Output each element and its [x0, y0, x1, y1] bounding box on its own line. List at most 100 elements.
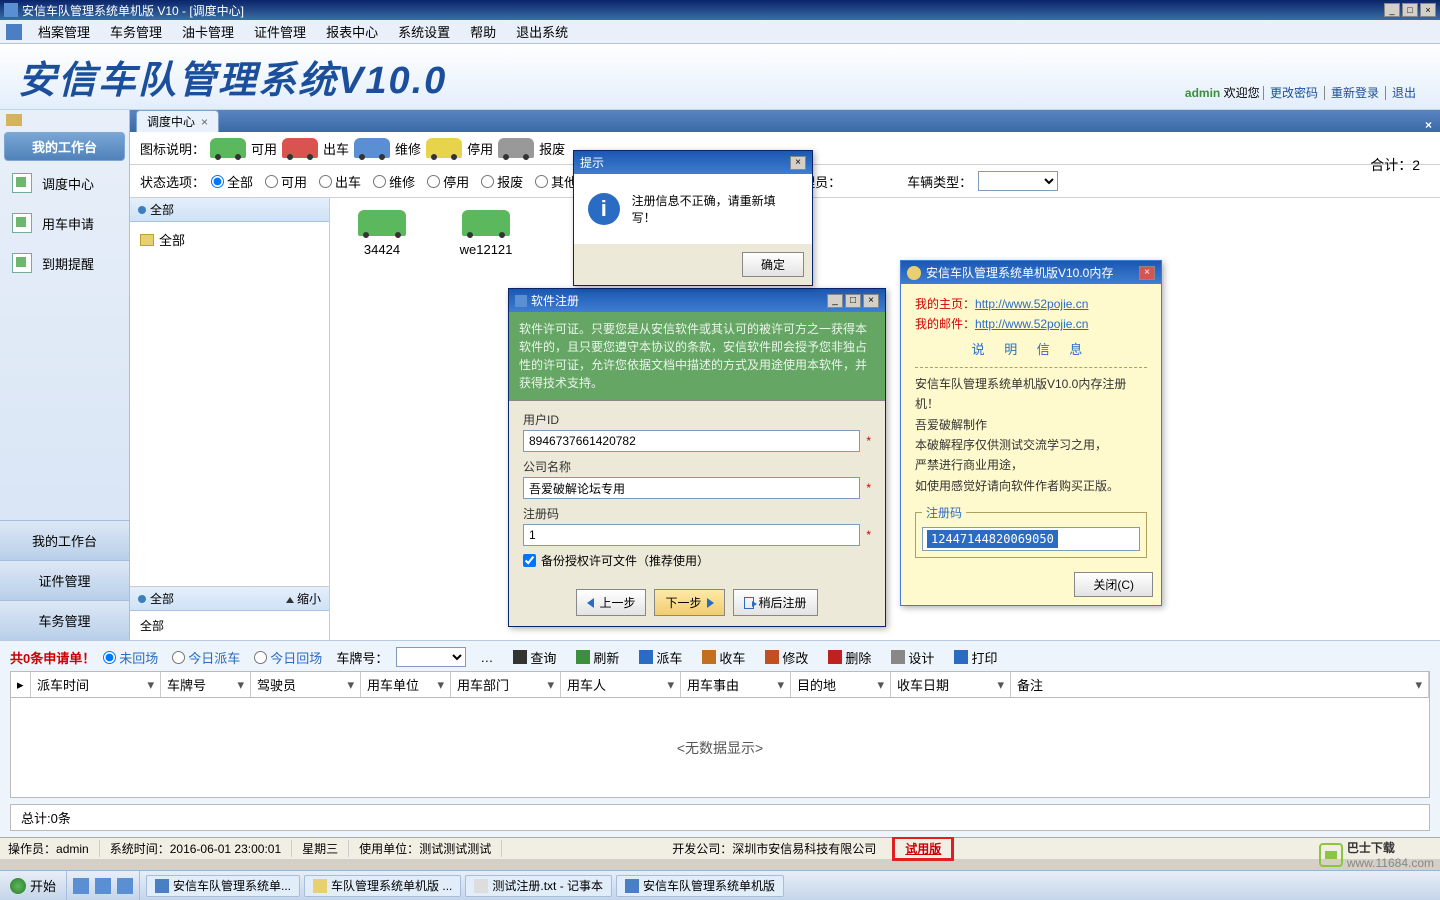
dlg-close[interactable]: ×	[1139, 266, 1155, 280]
arrow-right-icon	[707, 598, 714, 608]
sidebar-item-reminder[interactable]: 到期提醒	[0, 243, 129, 283]
maximize-button[interactable]: □	[1402, 3, 1418, 17]
sidebar-btn-workbench[interactable]: 我的工作台	[0, 520, 129, 560]
watermark: 巴士下载www.11684.com	[1319, 839, 1434, 870]
radio-today-back[interactable]: 今日回场	[254, 648, 322, 667]
col-reason[interactable]: 用车事由▾	[681, 672, 791, 697]
sidebar-item-request[interactable]: 用车申请	[0, 203, 129, 243]
menu-fuel-card[interactable]: 油卡管理	[172, 22, 244, 41]
dlg-close[interactable]: ×	[790, 156, 806, 170]
task-item[interactable]: 安信车队管理系统单...	[146, 875, 300, 897]
later-button[interactable]: 稍后注册	[733, 589, 818, 616]
radio-scrapped[interactable]: 报废	[481, 172, 523, 191]
ql-icon[interactable]	[117, 878, 133, 894]
task-item[interactable]: 测试注册.txt - 记事本	[465, 875, 612, 897]
col-return-date[interactable]: 收车日期▾	[891, 672, 1011, 697]
return-btn[interactable]: 收车	[696, 648, 751, 667]
radio-today-dispatch[interactable]: 今日派车	[172, 648, 240, 667]
radio-disabled[interactable]: 停用	[427, 172, 469, 191]
col-dispatch-time[interactable]: 派车时间▾	[31, 672, 161, 697]
tab-close-icon[interactable]: ×	[201, 115, 208, 129]
delete-btn[interactable]: 删除	[822, 648, 877, 667]
sidebar-item-dispatch[interactable]: 调度中心	[0, 163, 129, 203]
design-btn[interactable]: 设计	[885, 648, 940, 667]
tab-dispatch[interactable]: 调度中心×	[136, 110, 219, 132]
sidebar-group-workbench[interactable]: 我的工作台	[4, 132, 125, 161]
radio-notback[interactable]: 未回场	[103, 648, 158, 667]
next-button[interactable]: 下一步	[654, 589, 724, 616]
menu-reports[interactable]: 报表中心	[316, 22, 388, 41]
dlg-max[interactable]: □	[845, 294, 861, 308]
car-icon	[358, 210, 406, 236]
start-button[interactable]: 开始	[0, 871, 67, 900]
task-item[interactable]: 安信车队管理系统单机版	[616, 875, 784, 897]
col-unit[interactable]: 用车单位▾	[361, 672, 451, 697]
app-icon	[4, 3, 18, 17]
col-plate[interactable]: 车牌号▾	[161, 672, 251, 697]
menu-exit[interactable]: 退出系统	[506, 22, 578, 41]
close-button[interactable]: 关闭(C)	[1074, 572, 1153, 597]
more-btn[interactable]: …	[474, 650, 499, 665]
lower-total: 总计:0条	[10, 804, 1430, 831]
col-driver[interactable]: 驾驶员▾	[251, 672, 361, 697]
radio-repair[interactable]: 维修	[373, 172, 415, 191]
print-icon	[954, 650, 968, 664]
key-icon	[907, 266, 921, 280]
request-icon	[12, 213, 32, 233]
print-btn[interactable]: 打印	[948, 648, 1003, 667]
link-exit[interactable]: 退出	[1385, 86, 1422, 100]
menu-vehicle-affairs[interactable]: 车务管理	[100, 22, 172, 41]
backup-checkbox[interactable]	[523, 554, 536, 567]
app-icon	[155, 879, 169, 893]
dlg-close[interactable]: ×	[863, 294, 879, 308]
plus-icon	[639, 650, 653, 664]
reg-code-input[interactable]	[523, 524, 860, 546]
sidebar-btn-certificate[interactable]: 证件管理	[0, 560, 129, 600]
menu-settings[interactable]: 系统设置	[388, 22, 460, 41]
col-dest[interactable]: 目的地▾	[791, 672, 891, 697]
menu-certificate[interactable]: 证件管理	[244, 22, 316, 41]
link-relogin[interactable]: 重新登录	[1324, 86, 1385, 100]
col-user[interactable]: 用车人▾	[561, 672, 681, 697]
close-button[interactable]: ×	[1420, 3, 1436, 17]
dialog-register: 软件注册_□× 软件许可证。只要您是从安信软件或其认可的被许可方之一获得本软件的…	[508, 288, 886, 627]
mail-link[interactable]: http://www.52pojie.cn	[975, 317, 1088, 331]
dispatch-btn[interactable]: 派车	[633, 648, 688, 667]
tabbar-close[interactable]: ×	[1425, 118, 1432, 132]
edit-btn[interactable]: 修改	[759, 648, 814, 667]
dialog-crack: 安信车队管理系统单机版V10.0内存× 我的主页：http://www.52po…	[900, 260, 1162, 606]
crack-code-box[interactable]: 12447144820069050	[922, 527, 1140, 551]
statusbar: 操作员：admin 系统时间：2016-06-01 23:00:01 星期三 使…	[0, 837, 1440, 859]
ok-button[interactable]: 确定	[742, 252, 804, 277]
sidebar-btn-vehicle-affairs[interactable]: 车务管理	[0, 600, 129, 640]
search-btn[interactable]: 查询	[507, 648, 562, 667]
radio-all[interactable]: 全部	[211, 172, 253, 191]
company-input[interactable]	[523, 477, 860, 499]
radio-out[interactable]: 出车	[319, 172, 361, 191]
refresh-btn[interactable]: 刷新	[570, 648, 625, 667]
radio-available[interactable]: 可用	[265, 172, 307, 191]
tree-node-all[interactable]: 全部	[140, 228, 319, 251]
tree-shrink-btn[interactable]: 缩小	[286, 590, 321, 607]
col-remark[interactable]: 备注▾	[1011, 672, 1429, 697]
ql-icon[interactable]	[95, 878, 111, 894]
col-dept[interactable]: 用车部门▾	[451, 672, 561, 697]
user-id-input[interactable]	[523, 430, 860, 452]
ql-icon[interactable]	[73, 878, 89, 894]
trial-badge[interactable]: 试用版	[892, 836, 954, 861]
radio-other[interactable]: 其他	[535, 172, 577, 191]
plate-select[interactable]	[396, 647, 466, 667]
task-item[interactable]: 车队管理系统单机版 ...	[304, 875, 461, 897]
dlg-min[interactable]: _	[827, 294, 843, 308]
vehicle-type-select[interactable]	[978, 171, 1058, 191]
car-repair-icon	[354, 138, 390, 158]
vehicle-item[interactable]: 34424	[342, 210, 422, 628]
link-change-password[interactable]: 更改密码	[1263, 86, 1324, 100]
home-link[interactable]: http://www.52pojie.cn	[975, 297, 1088, 311]
menubar: 档案管理 车务管理 油卡管理 证件管理 报表中心 系统设置 帮助 退出系统	[0, 20, 1440, 44]
menu-help[interactable]: 帮助	[460, 22, 506, 41]
menu-archive[interactable]: 档案管理	[28, 22, 100, 41]
prev-button[interactable]: 上一步	[576, 589, 646, 616]
minimize-button[interactable]: _	[1384, 3, 1400, 17]
col-selector[interactable]: ▸	[11, 672, 31, 697]
